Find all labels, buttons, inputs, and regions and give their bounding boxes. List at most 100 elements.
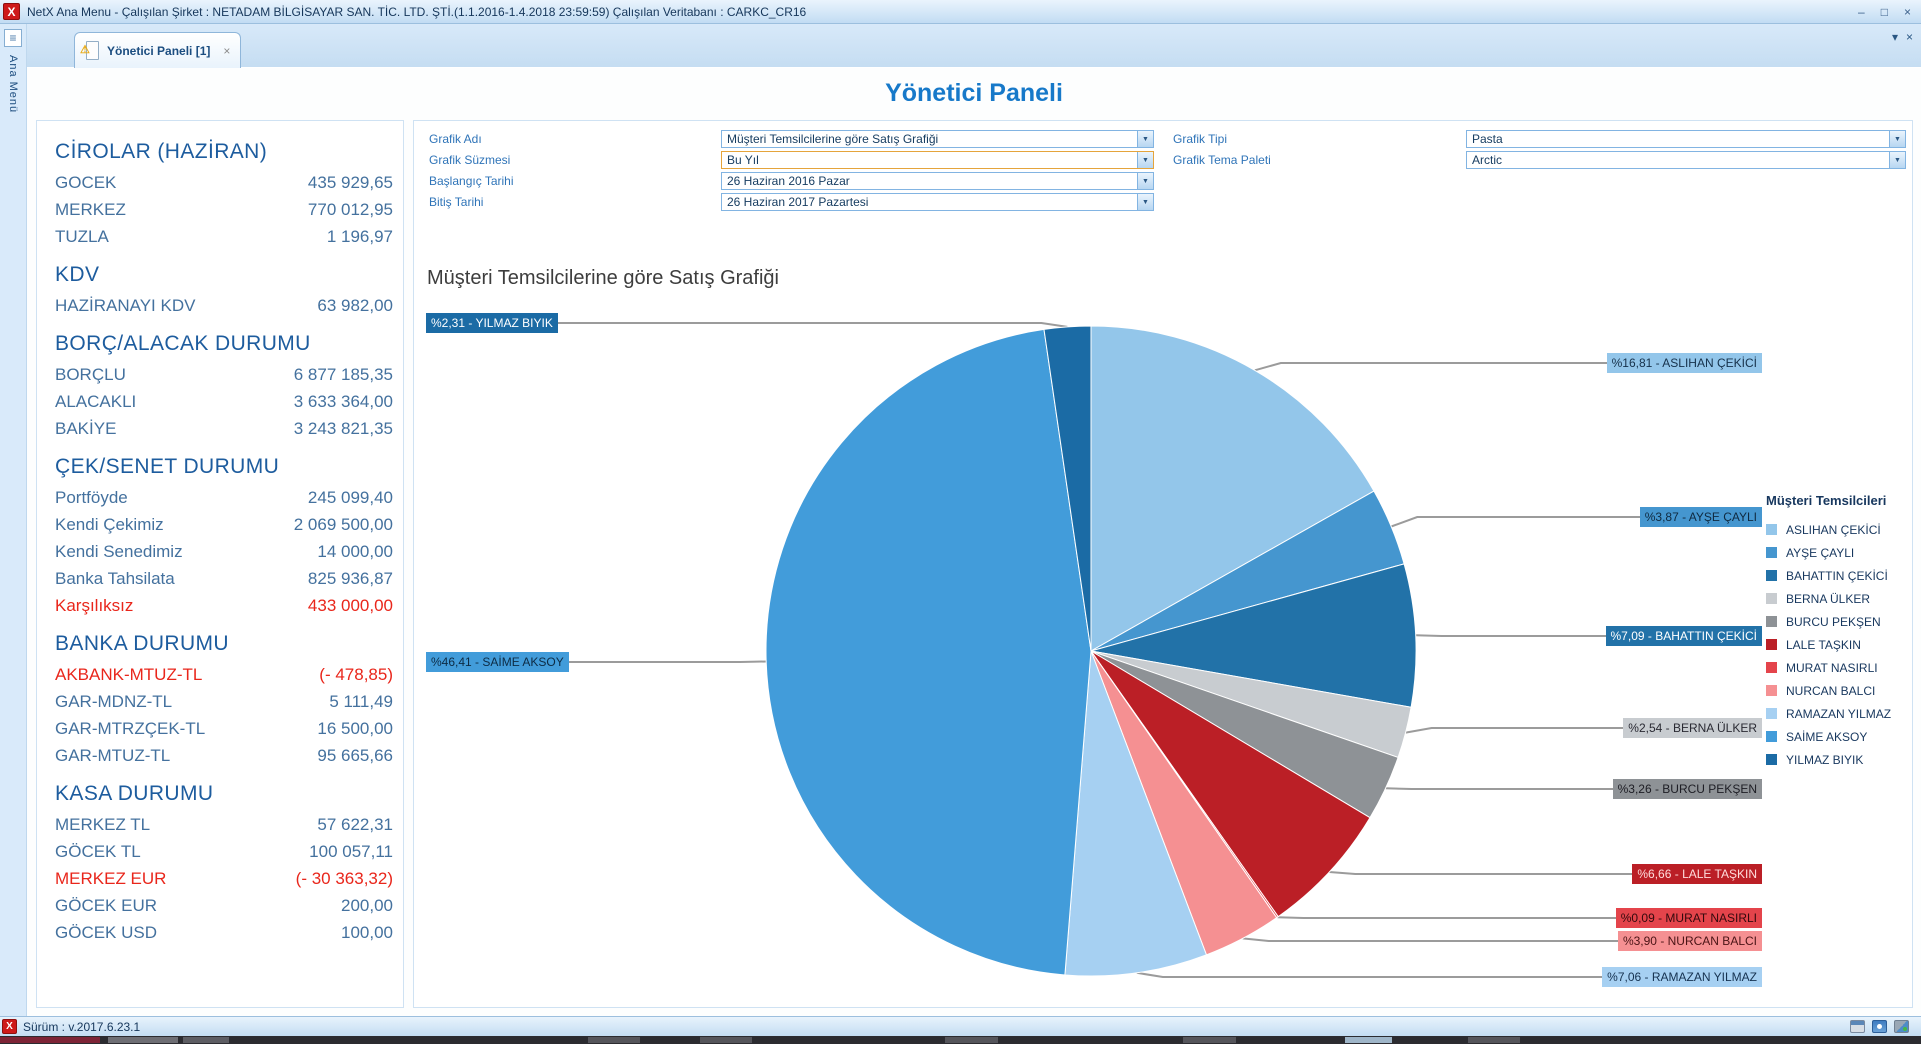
row-value: 245 099,40 xyxy=(308,488,393,508)
legend-item: RAMAZAN YILMAZ xyxy=(1766,702,1912,725)
row-value: 200,00 xyxy=(341,896,393,916)
taskbar-window-fragment xyxy=(1183,1037,1236,1043)
row-value: 5 111,49 xyxy=(329,692,393,712)
row-value: 770 012,95 xyxy=(308,200,393,220)
taskbar-window-fragment xyxy=(108,1037,178,1043)
financial-row: BAKİYE3 243 821,35 xyxy=(55,415,393,442)
pie-callout-label: %7,09 - BAHATTIN ÇEKİCİ xyxy=(1606,626,1762,646)
callout-leader-line xyxy=(1406,728,1623,733)
row-value: 95 665,66 xyxy=(317,746,393,766)
legend-item: MURAT NASIRLI xyxy=(1766,656,1912,679)
tab-yonetici-paneli[interactable]: ⚠ Yönetici Paneli [1] × xyxy=(74,32,241,68)
pie-callout-label: %2,54 - BERNA ÜLKER xyxy=(1623,718,1762,738)
menu-grid-icon[interactable]: ≡ xyxy=(4,29,22,47)
pie-callout-label: %46,41 - SAİME AKSOY xyxy=(426,652,569,672)
financial-row: BORÇLU6 877 185,35 xyxy=(55,361,393,388)
row-label: BAKİYE xyxy=(55,419,116,439)
legend-item: BERNA ÜLKER xyxy=(1766,587,1912,610)
financial-row: MERKEZ TL 57 622,31 xyxy=(55,811,393,838)
row-label: GÖCEK TL xyxy=(55,842,141,862)
legend-item: SAİME AKSOY xyxy=(1766,725,1912,748)
status-logo-icon: X xyxy=(2,1019,17,1034)
taskbar-window-fragment xyxy=(588,1037,640,1043)
tab-close-icon[interactable]: × xyxy=(223,44,230,58)
legend-label: LALE TAŞKIN xyxy=(1786,638,1861,652)
desktop-taskbar-sliver xyxy=(0,1036,1921,1044)
financial-row: MERKEZ EUR (- 30 363,32) xyxy=(55,865,393,892)
financial-row: GÖCEK TL100 057,11 xyxy=(55,838,393,865)
row-label: Kendi Senedimiz xyxy=(55,542,183,562)
row-value: 14 000,00 xyxy=(317,542,393,562)
callout-leader-line xyxy=(569,662,766,663)
row-label: Kendi Çekimiz xyxy=(55,515,164,535)
left-rail-ana-menu[interactable]: ≡ Ana Menü xyxy=(0,24,27,1016)
legend-item: BAHATTIN ÇEKİCİ xyxy=(1766,564,1912,587)
financial-row: GAR-MTRZÇEK-TL16 500,00 xyxy=(55,715,393,742)
row-value: 6 877 185,35 xyxy=(294,365,393,385)
pie-callout-label: %3,90 - NURCAN BALCI xyxy=(1618,931,1762,951)
row-label: MERKEZ TL xyxy=(55,815,150,835)
pie-chart[interactable]: Müşteri Temsilcileri ASLIHAN ÇEKİCİ AYŞE … xyxy=(414,121,1912,1007)
row-value: 1 196,97 xyxy=(327,227,393,247)
row-label: GAR-MTUZ-TL xyxy=(55,746,170,766)
callout-leader-line xyxy=(1391,517,1640,527)
row-label: ALACAKLI xyxy=(55,392,136,412)
row-value: (- 30 363,32) xyxy=(296,869,393,889)
row-label: Karşılıksız xyxy=(55,596,133,616)
row-value: 433 000,00 xyxy=(308,596,393,616)
legend-swatch-icon xyxy=(1766,662,1777,673)
pie-callout-label: %3,87 - AYŞE ÇAYLI xyxy=(1640,507,1762,527)
row-value: 57 622,31 xyxy=(317,815,393,835)
section-title: CİROLAR (HAZİRAN) xyxy=(55,139,393,165)
legend-item: ASLIHAN ÇEKİCİ xyxy=(1766,518,1912,541)
callout-leader-line xyxy=(1329,872,1632,874)
callout-leader-line xyxy=(1386,788,1613,789)
legend-swatch-icon xyxy=(1766,570,1777,581)
legend-item: BURCU PEKŞEN xyxy=(1766,610,1912,633)
section-title: BORÇ/ALACAK DURUMU xyxy=(55,331,393,357)
row-label: MERKEZ EUR xyxy=(55,869,166,889)
version-text: Sürüm : v.2017.6.23.1 xyxy=(23,1020,140,1034)
row-label: GÖCEK USD xyxy=(55,923,157,943)
row-label: GAR-MTRZÇEK-TL xyxy=(55,719,205,739)
row-label: TUZLA xyxy=(55,227,109,247)
financial-row: Portföyde245 099,40 xyxy=(55,484,393,511)
legend-swatch-icon xyxy=(1766,731,1777,742)
tab-list-dropdown-icon[interactable]: ▾ xyxy=(1892,30,1898,44)
legend-item: AYŞE ÇAYLI xyxy=(1766,541,1912,564)
legend-label: BERNA ÜLKER xyxy=(1786,592,1870,606)
taskbar-window-fragment xyxy=(1345,1037,1392,1043)
user-session-icon[interactable] xyxy=(1872,1020,1887,1033)
legend-label: NURCAN BALCI xyxy=(1786,684,1875,698)
close-button[interactable]: × xyxy=(1904,5,1911,19)
taskbar-window-fragment xyxy=(1468,1037,1520,1043)
legend-swatch-icon xyxy=(1766,708,1777,719)
app-logo-icon: X xyxy=(3,3,20,20)
legend-label: SAİME AKSOY xyxy=(1786,730,1867,744)
financial-row: Kendi Senedimiz 14 000,00 xyxy=(55,538,393,565)
taskbar-window-fragment xyxy=(945,1037,998,1043)
minimize-button[interactable]: – xyxy=(1858,5,1865,19)
row-value: (- 478,85) xyxy=(319,665,393,685)
legend-label: BAHATTIN ÇEKİCİ xyxy=(1786,569,1888,583)
financial-row: GÖCEK USD100,00 xyxy=(55,919,393,946)
printer-icon[interactable] xyxy=(1850,1020,1865,1033)
row-value: 3 633 364,00 xyxy=(294,392,393,412)
tabstrip-close-icon[interactable]: × xyxy=(1906,30,1913,44)
legend-swatch-icon xyxy=(1766,754,1777,765)
financial-summary-panel: CİROLAR (HAZİRAN)GOCEK435 929,65MERKEZ77… xyxy=(36,120,404,1008)
status-bar: X Sürüm : v.2017.6.23.1 xyxy=(0,1016,1921,1036)
maximize-button[interactable]: □ xyxy=(1881,5,1888,19)
row-value: 63 982,00 xyxy=(317,296,393,316)
pie-slice[interactable] xyxy=(766,329,1091,975)
network-status-icon[interactable] xyxy=(1894,1020,1909,1033)
callout-leader-line xyxy=(1137,973,1602,977)
legend-swatch-icon xyxy=(1766,685,1777,696)
legend-title: Müşteri Temsilcileri xyxy=(1766,493,1912,508)
financial-row: ALACAKLI 3 633 364,00 xyxy=(55,388,393,415)
legend-label: ASLIHAN ÇEKİCİ xyxy=(1786,523,1881,537)
row-label: GÖCEK EUR xyxy=(55,896,157,916)
financial-row: HAZİRANAYI KDV63 982,00 xyxy=(55,292,393,319)
financial-row: Karşılıksız 433 000,00 xyxy=(55,592,393,619)
legend-swatch-icon xyxy=(1766,547,1777,558)
